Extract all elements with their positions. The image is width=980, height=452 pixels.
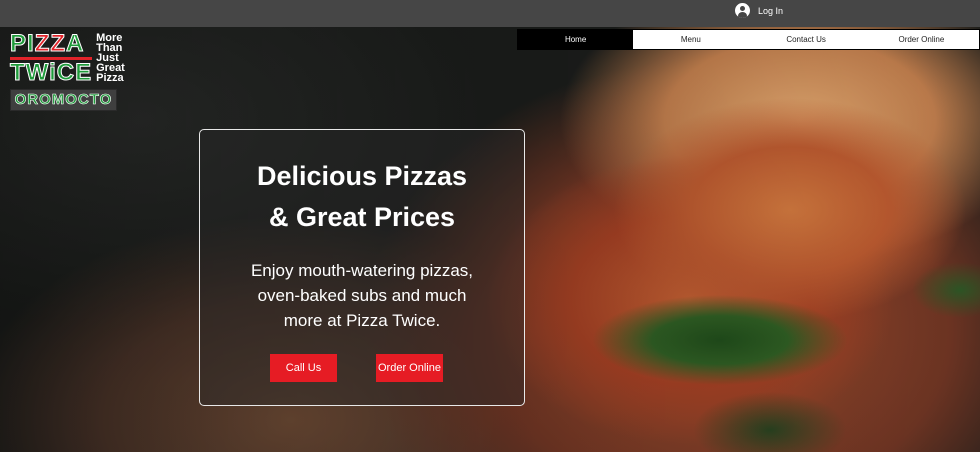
- hero-subtext-line3: more at Pizza Twice.: [283, 311, 441, 330]
- order-online-button[interactable]: Order Online: [376, 354, 443, 382]
- nav-item-contact-us[interactable]: Contact Us: [749, 30, 864, 49]
- nav-item-home[interactable]: Home: [518, 30, 634, 49]
- hero-subtext-line2: oven-baked subs and much: [257, 286, 467, 305]
- call-us-button[interactable]: Call Us: [270, 354, 337, 382]
- hero-headline: Delicious Pizzas & Great Prices: [200, 156, 524, 238]
- nav-item-order-online[interactable]: Order Online: [864, 30, 979, 49]
- top-bar: Log In: [0, 0, 980, 27]
- hero-subtext-line1: Enjoy mouth-watering pizzas,: [250, 261, 474, 280]
- user-avatar-icon: [735, 3, 750, 18]
- logo-brand-line2: TWiCE: [9, 59, 93, 86]
- site-logo[interactable]: PIZZA TWiCE More Than Just Great Pizza O…: [9, 30, 125, 111]
- login-label: Log In: [758, 5, 784, 16]
- login-button[interactable]: Log In: [735, 3, 783, 18]
- logo-location: OROMOCTO: [10, 89, 117, 111]
- logo-brand-line1: PIZZA: [9, 30, 85, 57]
- main-navigation: Home Menu Contact Us Order Online: [517, 29, 980, 50]
- hero-headline-line2: & Great Prices: [268, 202, 456, 232]
- nav-item-menu[interactable]: Menu: [633, 30, 748, 49]
- hero-subtext: Enjoy mouth-watering pizzas, oven-baked …: [200, 258, 524, 333]
- logo-tagline-word: Pizza: [96, 72, 124, 84]
- hero-card: Delicious Pizzas & Great Prices Enjoy mo…: [199, 129, 525, 406]
- logo-tagline: More Than Just Great Pizza: [96, 33, 125, 84]
- hero-headline-line1: Delicious Pizzas: [256, 161, 468, 191]
